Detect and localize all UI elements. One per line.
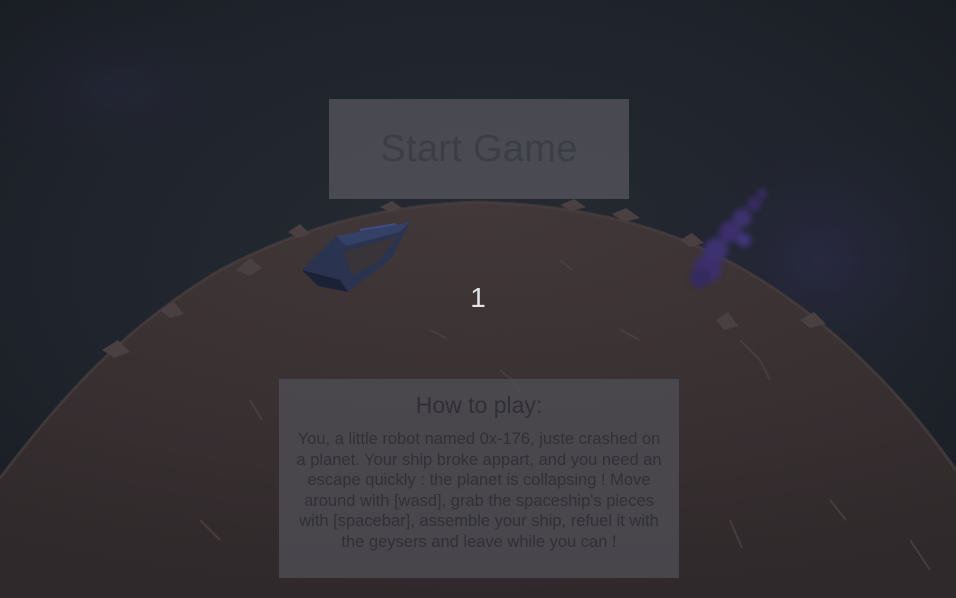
piece-counter: 1 [470, 282, 486, 313]
how-to-play-text: You, a little robot named 0x-176, juste … [296, 430, 662, 551]
how-to-play-panel: How to play: You, a little robot named 0… [279, 379, 679, 578]
start-game-button[interactable]: Start Game [329, 99, 629, 199]
start-game-label: Start Game [380, 127, 578, 170]
game-viewport: Start Game 1 How to play: You, a little … [0, 0, 956, 598]
how-to-play-title: How to play: [415, 392, 543, 418]
